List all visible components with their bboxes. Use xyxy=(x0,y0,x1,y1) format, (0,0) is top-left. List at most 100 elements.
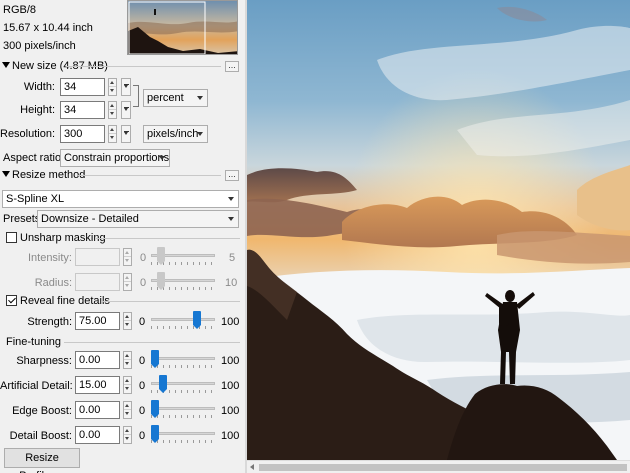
fine-tuning-max-label: 100 xyxy=(221,380,240,392)
spin-down-icon[interactable] xyxy=(124,435,131,443)
size-unit-select[interactable]: percent xyxy=(143,89,208,107)
strength-slider-thumb[interactable] xyxy=(193,311,201,329)
strength-input[interactable]: 75.00 xyxy=(75,312,120,330)
presets-select[interactable]: Downsize - Detailed xyxy=(37,210,239,228)
fine-tuning-min-label: 0 xyxy=(139,380,146,392)
spin-down-icon[interactable] xyxy=(124,410,131,418)
strength-min-label: 0 xyxy=(139,316,146,328)
reveal-fine-details-label: Reveal fine details xyxy=(20,295,110,307)
horizontal-scrollbar[interactable] xyxy=(247,460,630,473)
spin-down-icon[interactable] xyxy=(109,110,116,118)
strength-stepper[interactable] xyxy=(123,312,132,330)
height-stepper[interactable] xyxy=(108,101,117,119)
scroll-left-icon[interactable] xyxy=(250,464,254,470)
resolution-stepper[interactable] xyxy=(108,125,117,143)
spin-up-icon[interactable] xyxy=(109,79,116,87)
height-input[interactable]: 34 xyxy=(60,101,105,119)
spin-down-icon xyxy=(124,282,131,290)
color-mode-text: RGB/8 xyxy=(3,4,37,16)
resize-profiles-button[interactable]: Resize Profiles... xyxy=(4,448,80,473)
fine-tuning-slider-track[interactable] xyxy=(151,432,215,435)
radius-stepper xyxy=(123,273,132,291)
spin-up-icon[interactable] xyxy=(124,402,131,410)
collapse-icon xyxy=(2,171,10,177)
radius-slider-thumb xyxy=(156,272,165,290)
strength-slider-track[interactable] xyxy=(151,318,215,321)
fine-tuning-label: Sharpness: xyxy=(16,355,72,367)
resize-method-select[interactable]: S-Spline XL xyxy=(2,190,239,208)
new-size-options-button[interactable]: ... xyxy=(225,61,239,72)
slider-ticks xyxy=(151,365,215,368)
fine-tuning-min-label: 0 xyxy=(139,405,146,417)
resize-method-header[interactable]: Resize method xyxy=(2,169,85,182)
radius-input xyxy=(75,273,120,291)
fine-tuning-min-label: 0 xyxy=(139,430,146,442)
fine-tuning-slider-thumb[interactable] xyxy=(159,375,168,393)
spin-down-icon[interactable] xyxy=(109,134,116,142)
divider xyxy=(66,66,221,67)
unsharp-masking-checkbox[interactable] xyxy=(6,232,17,243)
image-preview[interactable] xyxy=(247,0,630,460)
spin-down-icon[interactable] xyxy=(124,360,131,368)
fine-tuning-stepper[interactable] xyxy=(123,376,132,394)
fine-tuning-input[interactable]: 0.00 xyxy=(75,351,120,369)
spin-up-icon[interactable] xyxy=(124,377,131,385)
aspect-ratio-select[interactable]: Constrain proportions xyxy=(60,149,170,167)
spin-up-icon[interactable] xyxy=(124,313,131,321)
scrollbar-thumb[interactable] xyxy=(259,464,627,471)
spin-up-icon[interactable] xyxy=(124,352,131,360)
slider-ticks xyxy=(151,326,215,329)
unsharp-masking-label: Unsharp masking xyxy=(20,232,106,244)
resolution-input[interactable]: 300 xyxy=(60,125,105,143)
spin-down-icon[interactable] xyxy=(124,321,131,329)
resolution-reset-button[interactable] xyxy=(121,125,131,143)
fine-tuning-slider-track[interactable] xyxy=(151,357,215,360)
fine-tuning-header: Fine-tuning xyxy=(6,336,62,348)
height-label: Height: xyxy=(20,104,55,116)
fine-tuning-max-label: 100 xyxy=(221,405,240,417)
width-input[interactable]: 34 xyxy=(60,78,105,96)
chevron-down-icon xyxy=(228,197,234,201)
spin-up-icon xyxy=(124,274,131,282)
strength-max-label: 100 xyxy=(221,316,240,328)
fine-tuning-input[interactable]: 0.00 xyxy=(75,426,120,444)
fine-tuning-label: Detail Boost: xyxy=(9,430,72,442)
spin-up-icon[interactable] xyxy=(109,126,116,134)
fine-tuning-stepper[interactable] xyxy=(123,426,132,444)
reveal-fine-details-checkbox[interactable] xyxy=(6,295,17,306)
fine-tuning-label: Artificial Detail: xyxy=(0,380,73,392)
resolution-unit-select[interactable]: pixels/inch xyxy=(143,125,208,143)
spin-down-icon[interactable] xyxy=(124,385,131,393)
fine-tuning-slider-thumb[interactable] xyxy=(151,425,159,443)
spin-up-icon[interactable] xyxy=(124,427,131,435)
fine-tuning-stepper[interactable] xyxy=(123,401,132,419)
fine-tuning-slider-thumb[interactable] xyxy=(151,400,159,418)
settings-panel: RGB/8 15.67 x 10.44 inch 300 pixels/inch… xyxy=(0,0,245,473)
collapse-icon xyxy=(2,62,10,68)
width-stepper[interactable] xyxy=(108,78,117,96)
height-reset-button[interactable] xyxy=(121,101,131,119)
radius-label: Radius: xyxy=(34,277,72,289)
fine-tuning-slider-thumb[interactable] xyxy=(151,350,159,368)
divider xyxy=(64,342,240,343)
width-reset-button[interactable] xyxy=(121,78,131,96)
fine-tuning-stepper[interactable] xyxy=(123,351,132,369)
fine-tuning-input[interactable]: 0.00 xyxy=(75,401,120,419)
slider-ticks xyxy=(151,415,215,418)
chevron-down-icon xyxy=(228,217,234,221)
spin-up-icon[interactable] xyxy=(109,102,116,110)
fine-tuning-input[interactable]: 15.00 xyxy=(75,376,120,394)
radius-max-label: 10 xyxy=(225,277,238,289)
intensity-label: Intensity: xyxy=(27,252,72,264)
fine-tuning-label: Edge Boost: xyxy=(12,405,72,417)
divider xyxy=(78,175,221,176)
fine-tuning-slider-track[interactable] xyxy=(151,407,215,410)
chevron-down-icon xyxy=(197,96,203,100)
spin-down-icon[interactable] xyxy=(109,87,116,95)
divider xyxy=(101,301,240,302)
link-bracket-icon xyxy=(133,85,139,107)
fine-tuning-max-label: 100 xyxy=(221,355,240,367)
resize-method-options-button[interactable]: ... xyxy=(225,170,239,181)
intensity-input xyxy=(75,248,120,266)
navigator-thumbnail[interactable] xyxy=(127,0,238,55)
